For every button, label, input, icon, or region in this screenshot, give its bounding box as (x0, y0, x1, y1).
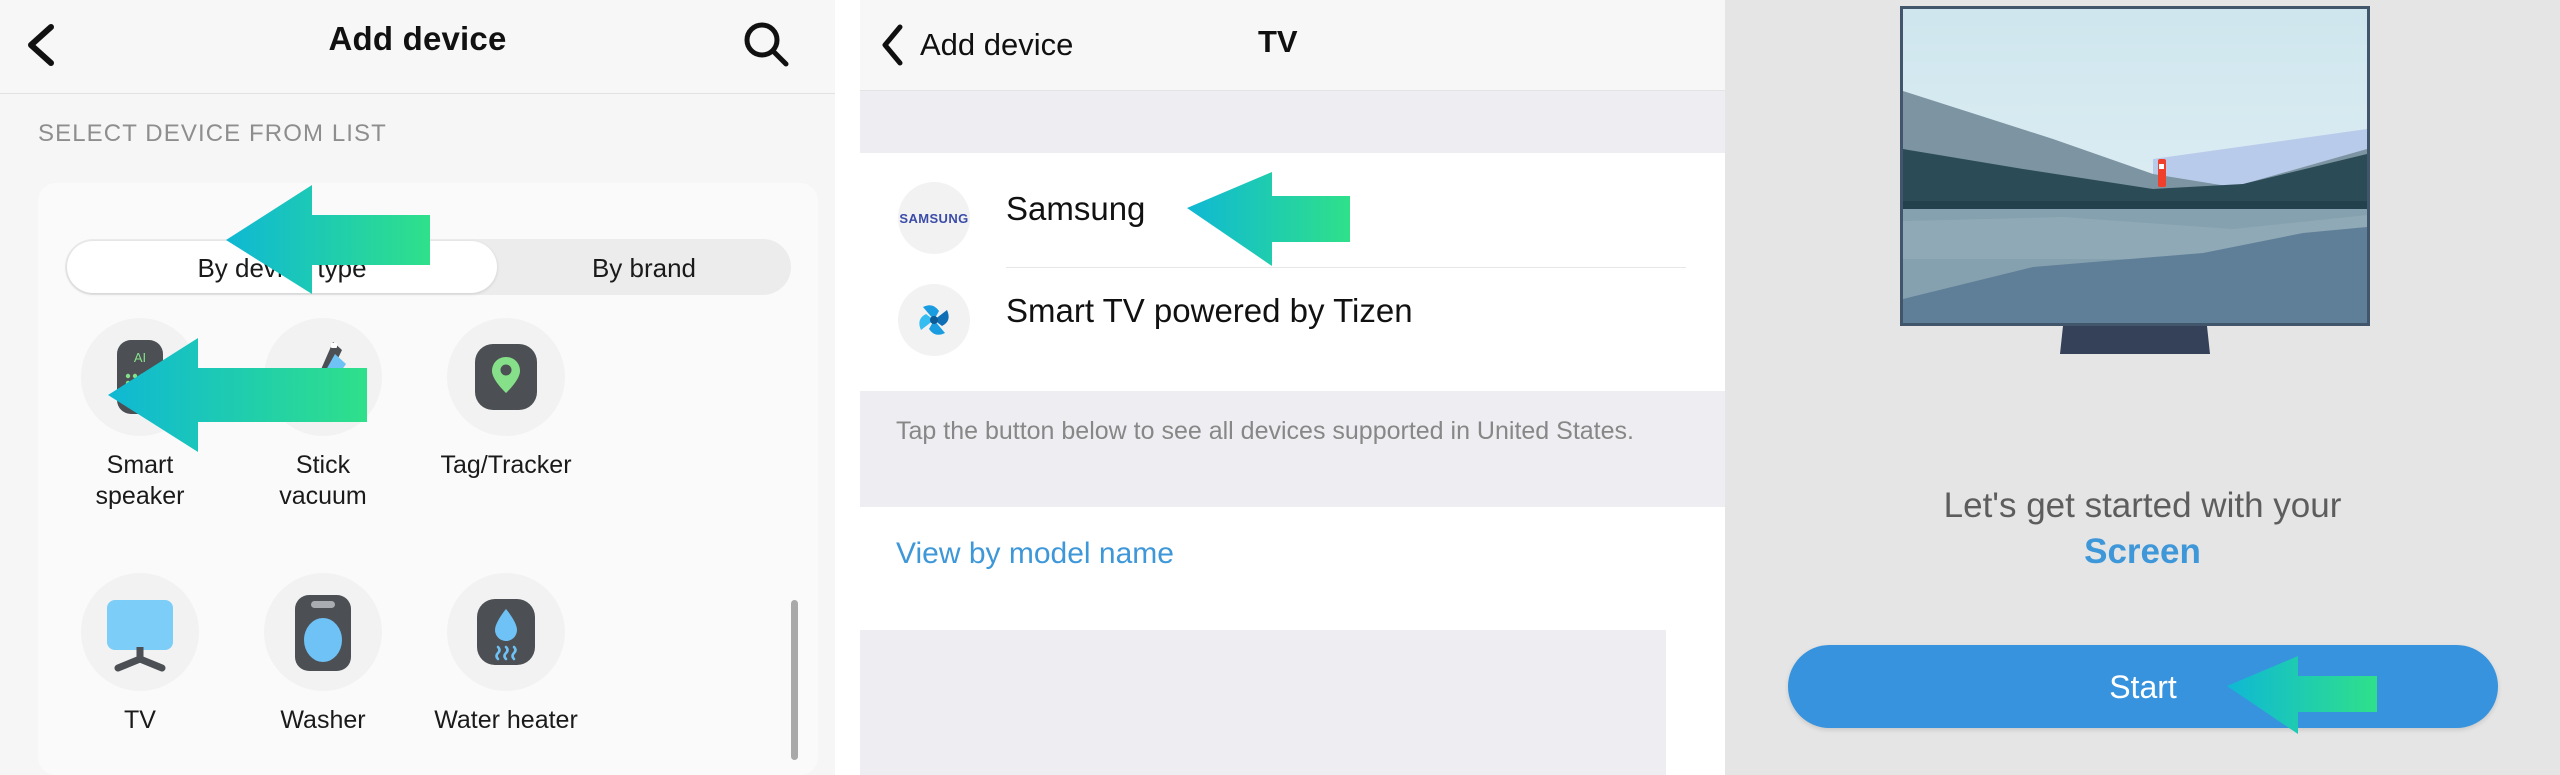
brand-row-samsung[interactable]: SAMSUNG Samsung (860, 168, 1725, 268)
tv-screen (1900, 6, 2370, 326)
washer-icon (264, 573, 382, 691)
label-line-2: speaker (95, 482, 185, 510)
panel-tv-brand-list: Add device TV SAMSUNG Samsung Smart TV p… (860, 0, 1725, 775)
page-title: Add device (328, 20, 507, 57)
tab-by-brand[interactable]: By brand (499, 253, 789, 284)
device-tile-label: Washer (280, 706, 366, 734)
search-icon (744, 22, 789, 67)
start-button[interactable]: Start (1788, 645, 2498, 728)
brand-label: Smart TV powered by Tizen (1006, 292, 1413, 329)
vertical-scrollbar[interactable] (791, 600, 798, 760)
tv-landscape-illustration (1900, 6, 2370, 354)
smart-speaker-icon: AI (81, 318, 199, 436)
tv-icon (81, 573, 199, 691)
device-tile-tag-tracker[interactable]: Tag/Tracker (406, 318, 606, 481)
start-button-label: Start (2109, 669, 2177, 705)
device-tile-water-heater[interactable]: Water heater (406, 573, 606, 736)
page-headline: Let's get started with your Screen (1725, 483, 2560, 575)
device-tile-label: Water heater (434, 706, 578, 734)
landscape-artwork (1903, 9, 2367, 323)
back-label: Add device (920, 27, 1074, 62)
segmented-control: By device type By brand (65, 239, 791, 295)
info-text: Tap the button below to see all devices … (896, 417, 1634, 445)
panel-get-started: Let's get started with your Screen Start (1725, 0, 2560, 775)
label-line-1: Stick (295, 451, 351, 479)
page-title: TV (1258, 24, 1298, 59)
tag-tracker-icon (447, 318, 565, 436)
info-box: Tap the button below to see all devices … (860, 391, 1725, 507)
water-heater-icon (447, 573, 565, 691)
panel2-top-strip (860, 91, 1725, 153)
brand-label: Samsung (1006, 190, 1146, 227)
samsung-logo-icon: SAMSUNG (898, 182, 970, 254)
panel2-bottom-block (860, 630, 1666, 775)
tv-stand (2060, 326, 2210, 354)
device-tile-label: Smart speaker (40, 450, 240, 512)
brand-row-tizen[interactable]: Smart TV powered by Tizen (860, 270, 1725, 370)
panel2-header: Add device TV (860, 0, 1725, 91)
device-tile-label: TV (124, 706, 156, 734)
device-tile-label: Tag/Tracker (440, 451, 572, 479)
stick-vacuum-icon (264, 318, 382, 436)
panel-add-device-list: Add device SELECT DEVICE FROM LIST By de… (0, 0, 835, 775)
label-line-2: vacuum (279, 482, 367, 510)
headline-prefix: Let's get started with your (1943, 486, 2342, 525)
headline-device-name: Screen (2084, 532, 2201, 571)
device-tile-washer[interactable]: Washer (223, 573, 423, 736)
device-tile-stick-vacuum[interactable]: Stick vacuum (223, 318, 423, 512)
view-by-model-name-link[interactable]: View by model name (896, 537, 1174, 571)
device-tile-tv[interactable]: TV (40, 573, 240, 736)
section-label: SELECT DEVICE FROM LIST (38, 120, 387, 147)
device-list-card: By device type By brand AI Smart speaker… (38, 183, 818, 775)
back-button[interactable]: Add device (878, 16, 1073, 74)
row-divider (1006, 267, 1686, 268)
tizen-pinwheel-icon (919, 305, 949, 335)
tizen-logo-icon (898, 284, 970, 356)
tab-by-device-type[interactable]: By device type (67, 253, 497, 284)
label-line-1: Smart (106, 451, 174, 479)
device-tile-label: Stick vacuum (223, 450, 423, 512)
device-tile-smart-speaker[interactable]: AI Smart speaker (40, 318, 240, 512)
samsung-logo-text: SAMSUNG (899, 210, 969, 226)
search-button[interactable] (738, 16, 796, 74)
chevron-left-icon (882, 24, 903, 66)
screenshot-stage: Add device SELECT DEVICE FROM LIST By de… (0, 0, 2560, 775)
panel1-header: Add device (0, 0, 835, 94)
